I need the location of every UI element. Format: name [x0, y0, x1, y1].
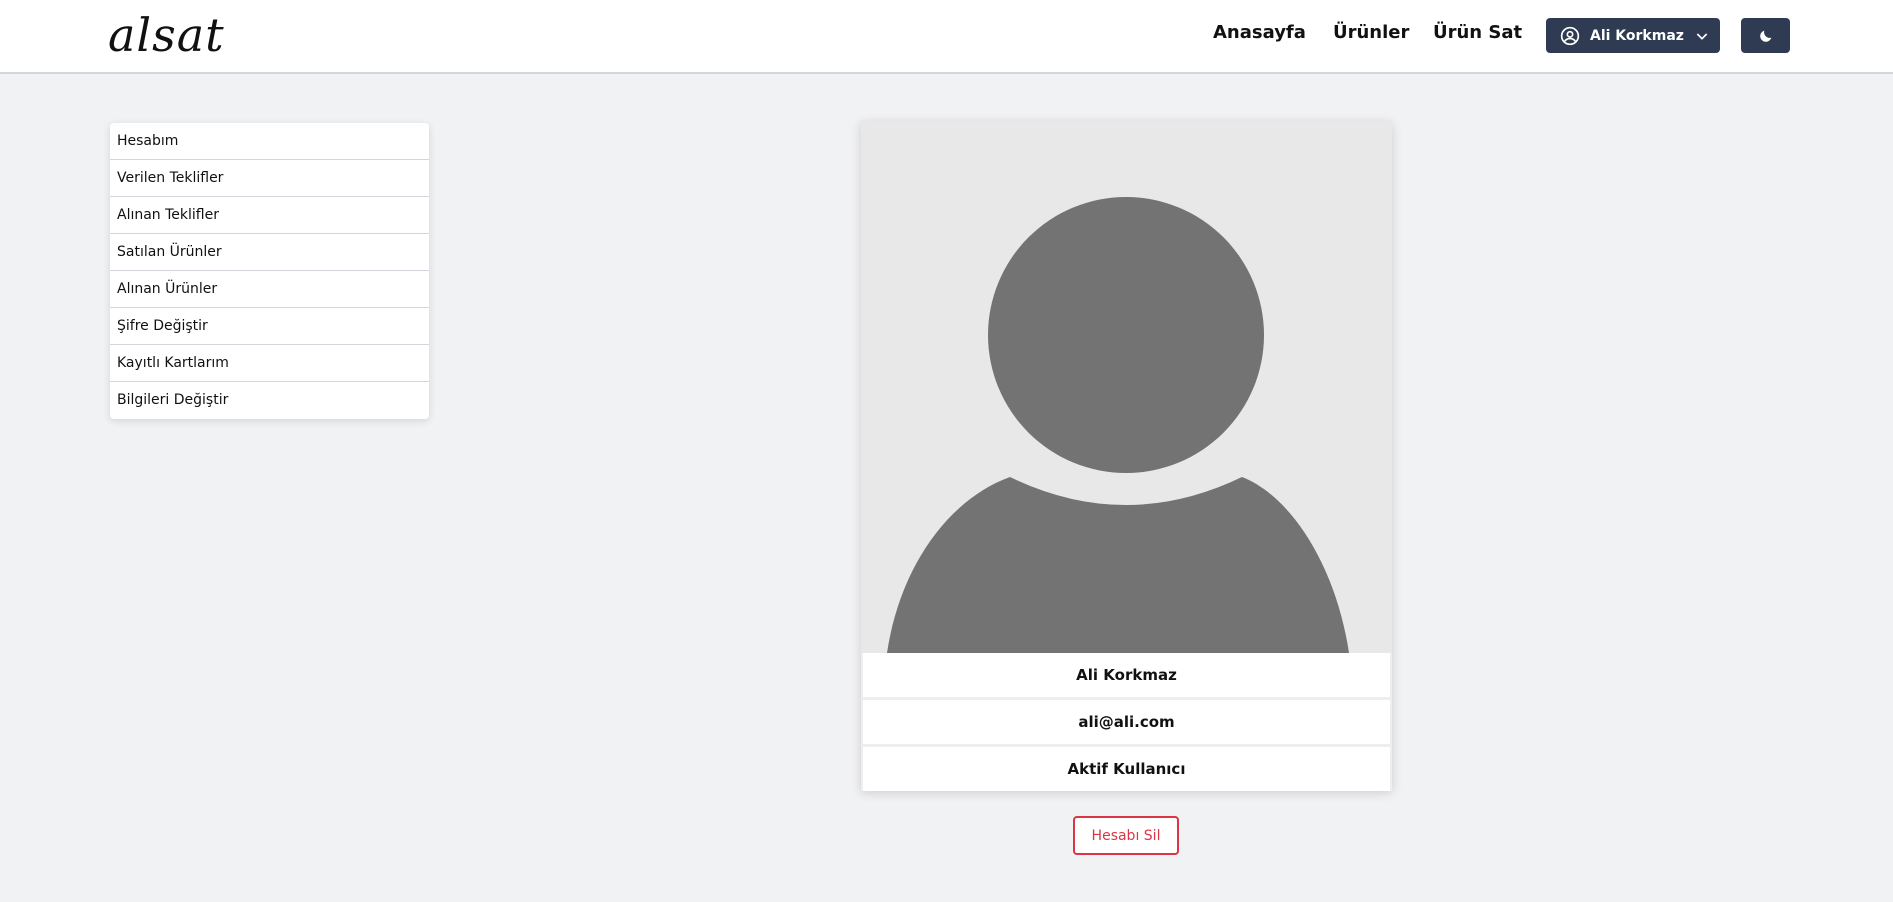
- sidebar-item-sold-products[interactable]: Satılan Ürünler: [110, 234, 429, 271]
- profile-card: Ali Korkmaz ali@ali.com Aktif Kullanıcı: [861, 121, 1392, 791]
- sidebar-item-change-password[interactable]: Şifre Değiştir: [110, 308, 429, 345]
- nav-link-home[interactable]: Anasayfa: [1213, 22, 1306, 43]
- brand-logo[interactable]: alsat: [108, 8, 225, 62]
- user-menu-label: Ali Korkmaz: [1590, 27, 1684, 44]
- top-navbar: alsat Anasayfa Ürünler Ürün Sat Ali Kork…: [0, 0, 1893, 74]
- nav-link-sell-product[interactable]: Ürün Sat: [1433, 22, 1522, 43]
- user-placeholder-icon: [887, 197, 1349, 653]
- sidebar-item-edit-info[interactable]: Bilgileri Değiştir: [110, 382, 429, 419]
- sidebar-item-my-account[interactable]: Hesabım: [110, 123, 429, 160]
- account-sidebar-menu: Hesabım Verilen Teklifler Alınan Teklifl…: [110, 123, 429, 419]
- avatar: [861, 121, 1392, 653]
- theme-toggle-button[interactable]: [1741, 18, 1790, 53]
- delete-account-button[interactable]: Hesabı Sil: [1073, 816, 1179, 855]
- chevron-down-icon: [1696, 32, 1708, 40]
- nav-link-products[interactable]: Ürünler: [1333, 22, 1409, 43]
- sidebar-item-saved-cards[interactable]: Kayıtlı Kartlarım: [110, 345, 429, 382]
- profile-name: Ali Korkmaz: [863, 653, 1390, 697]
- profile-status: Aktif Kullanıcı: [863, 747, 1390, 791]
- sidebar-item-given-offers[interactable]: Verilen Teklifler: [110, 160, 429, 197]
- sidebar-item-bought-products[interactable]: Alınan Ürünler: [110, 271, 429, 308]
- profile-email: ali@ali.com: [863, 700, 1390, 744]
- moon-icon: [1759, 30, 1771, 42]
- user-circle-icon: [1560, 26, 1580, 45]
- user-menu-button[interactable]: Ali Korkmaz: [1546, 18, 1720, 53]
- sidebar-item-received-offers[interactable]: Alınan Teklifler: [110, 197, 429, 234]
